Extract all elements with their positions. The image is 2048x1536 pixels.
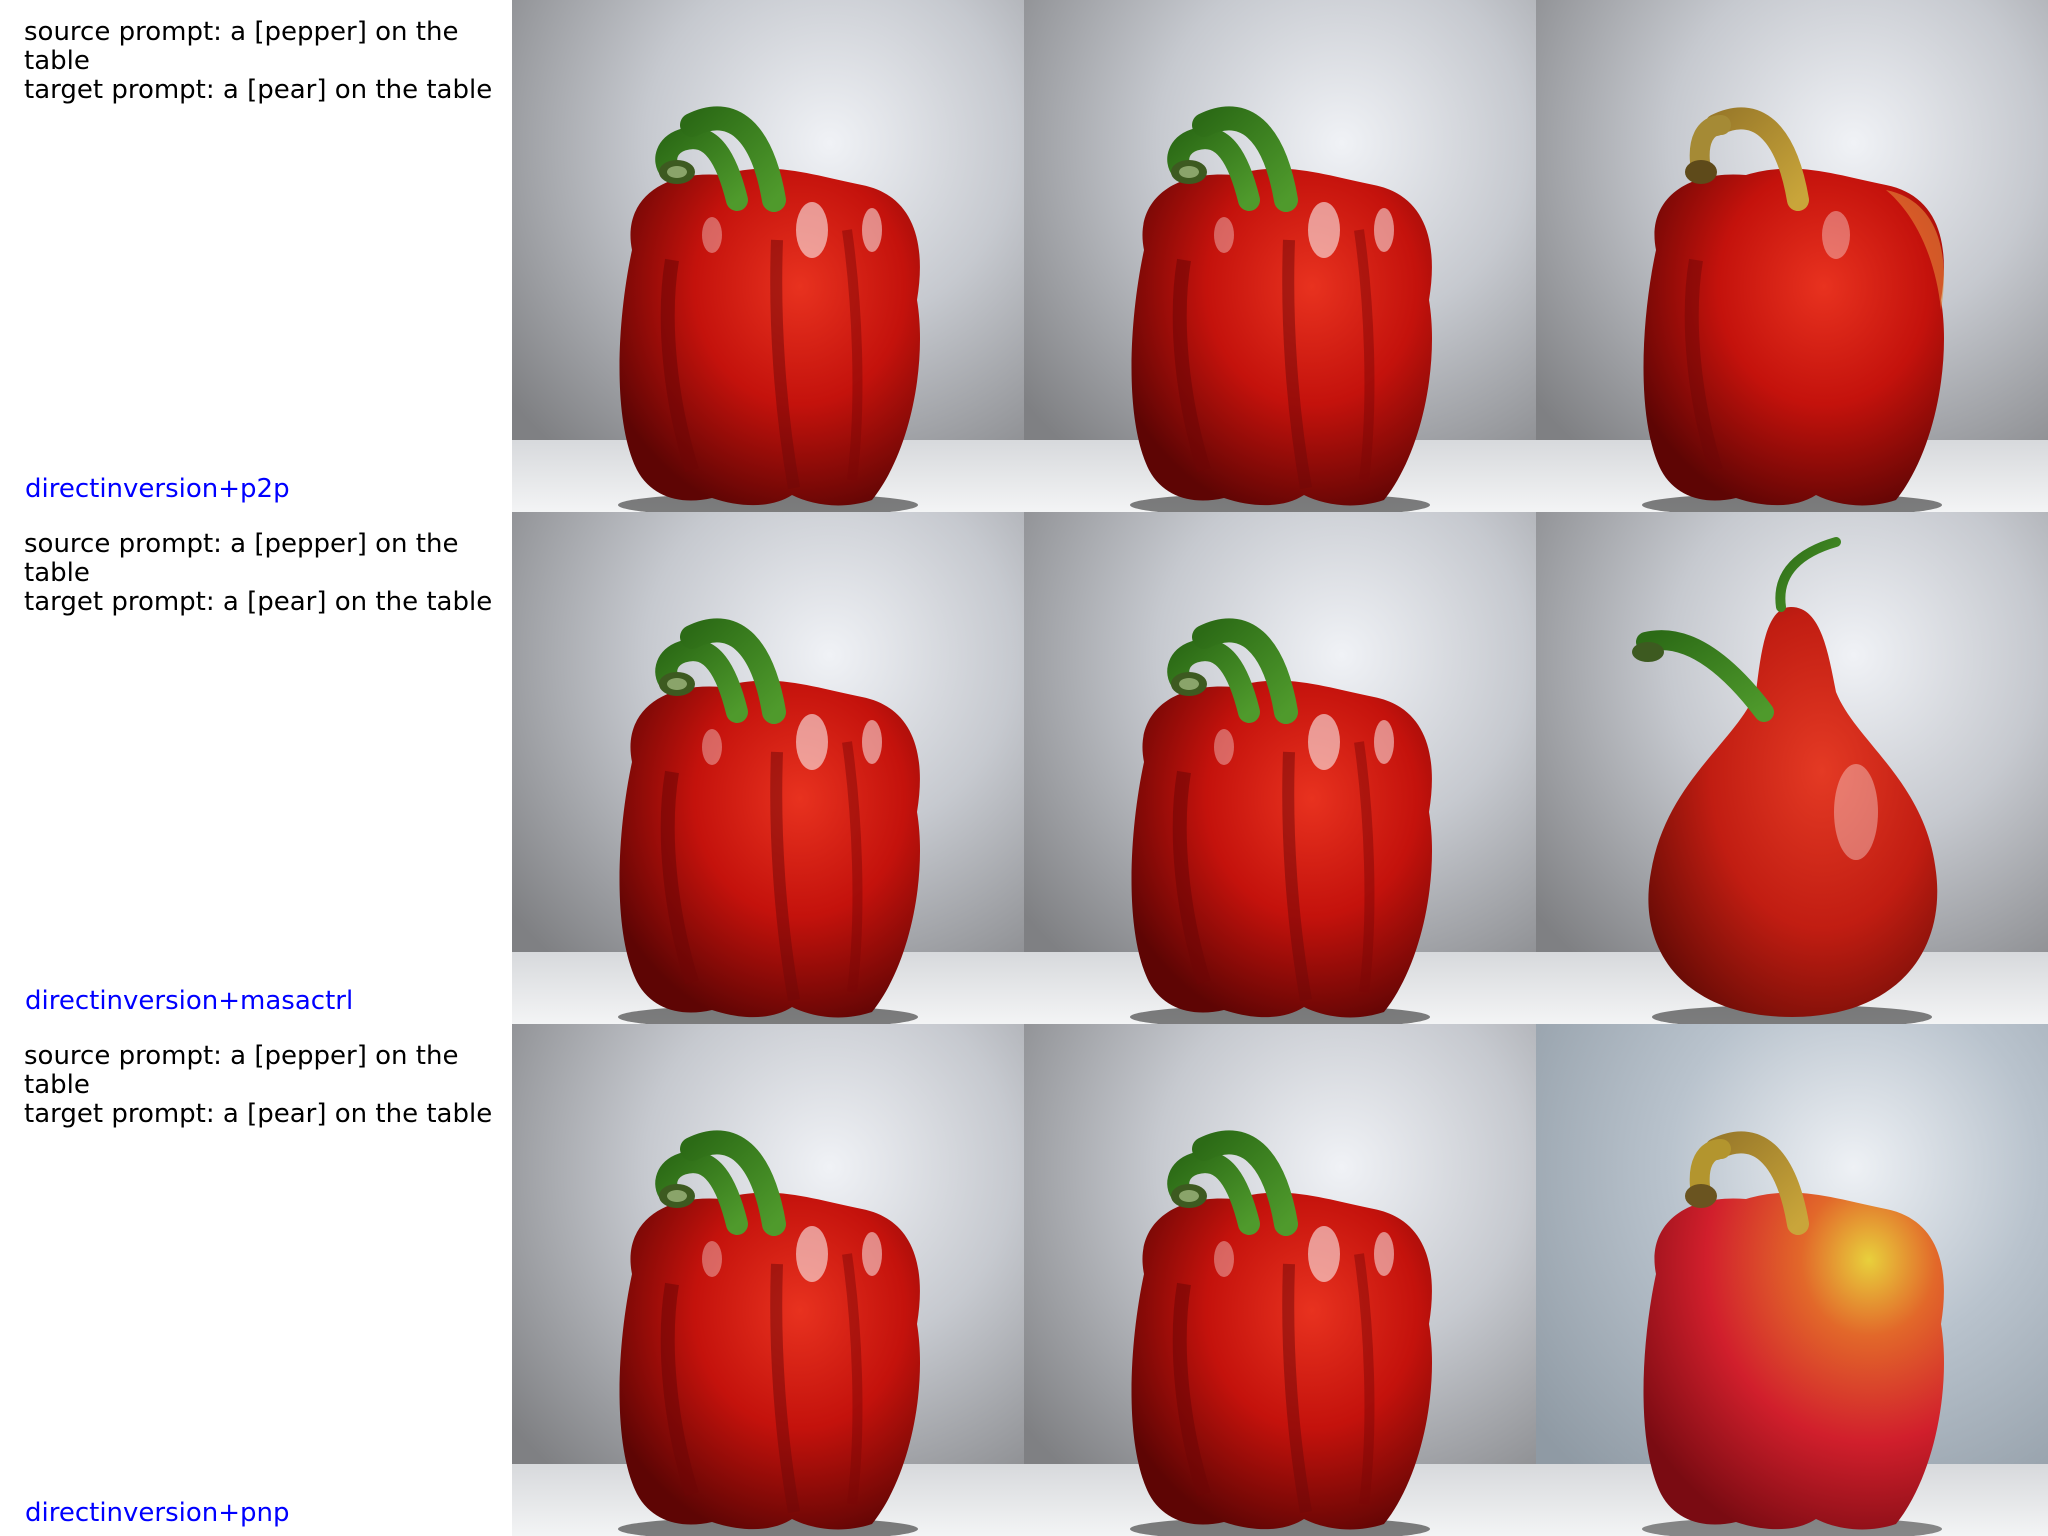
red-bell-pepper-image xyxy=(512,0,1024,512)
result-row: source prompt: a [pepper] on the table t… xyxy=(0,512,2048,1024)
red-bell-pepper-image xyxy=(1024,512,1536,1024)
row-label-panel: source prompt: a [pepper] on the table t… xyxy=(0,1024,512,1536)
edited-image xyxy=(1536,1024,2048,1536)
row-label-panel: source prompt: a [pepper] on the table t… xyxy=(0,0,512,512)
red-bell-pepper-image xyxy=(512,1024,1024,1536)
reconstruction-image xyxy=(1024,1024,1536,1536)
edited-image xyxy=(1536,0,2048,512)
method-label: directinversion+pnp xyxy=(25,1498,290,1528)
reconstruction-image xyxy=(1024,512,1536,1024)
source-prompt: source prompt: a [pepper] on the table xyxy=(24,529,467,588)
reconstruction-image xyxy=(1024,0,1536,512)
red-yellow-pear-image xyxy=(1536,1024,2048,1536)
edited-image xyxy=(1536,512,2048,1024)
source-prompt: source prompt: a [pepper] on the table xyxy=(24,17,467,76)
result-row: source prompt: a [pepper] on the table t… xyxy=(0,0,2048,512)
target-prompt: target prompt: a [pear] on the table xyxy=(24,1099,493,1129)
source-image xyxy=(512,0,1024,512)
target-prompt: target prompt: a [pear] on the table xyxy=(24,587,493,617)
comparison-grid: source prompt: a [pepper] on the table t… xyxy=(0,0,2048,1536)
row-label-panel: source prompt: a [pepper] on the table t… xyxy=(0,512,512,1024)
source-image xyxy=(512,1024,1024,1536)
red-bell-pepper-image xyxy=(1024,1024,1536,1536)
pear-pepper-image xyxy=(1536,0,2048,512)
result-row: source prompt: a [pepper] on the table t… xyxy=(0,1024,2048,1536)
source-prompt: source prompt: a [pepper] on the table xyxy=(24,1041,467,1100)
red-bell-pepper-image xyxy=(512,512,1024,1024)
prompt-text: source prompt: a [pepper] on the table t… xyxy=(24,530,494,617)
prompt-text: source prompt: a [pepper] on the table t… xyxy=(24,1042,494,1129)
target-prompt: target prompt: a [pear] on the table xyxy=(24,75,493,105)
source-image xyxy=(512,512,1024,1024)
red-pear-image xyxy=(1536,512,2048,1024)
red-bell-pepper-image xyxy=(1024,0,1536,512)
method-label: directinversion+masactrl xyxy=(25,986,354,1016)
prompt-text: source prompt: a [pepper] on the table t… xyxy=(24,18,494,105)
method-label: directinversion+p2p xyxy=(25,474,290,504)
